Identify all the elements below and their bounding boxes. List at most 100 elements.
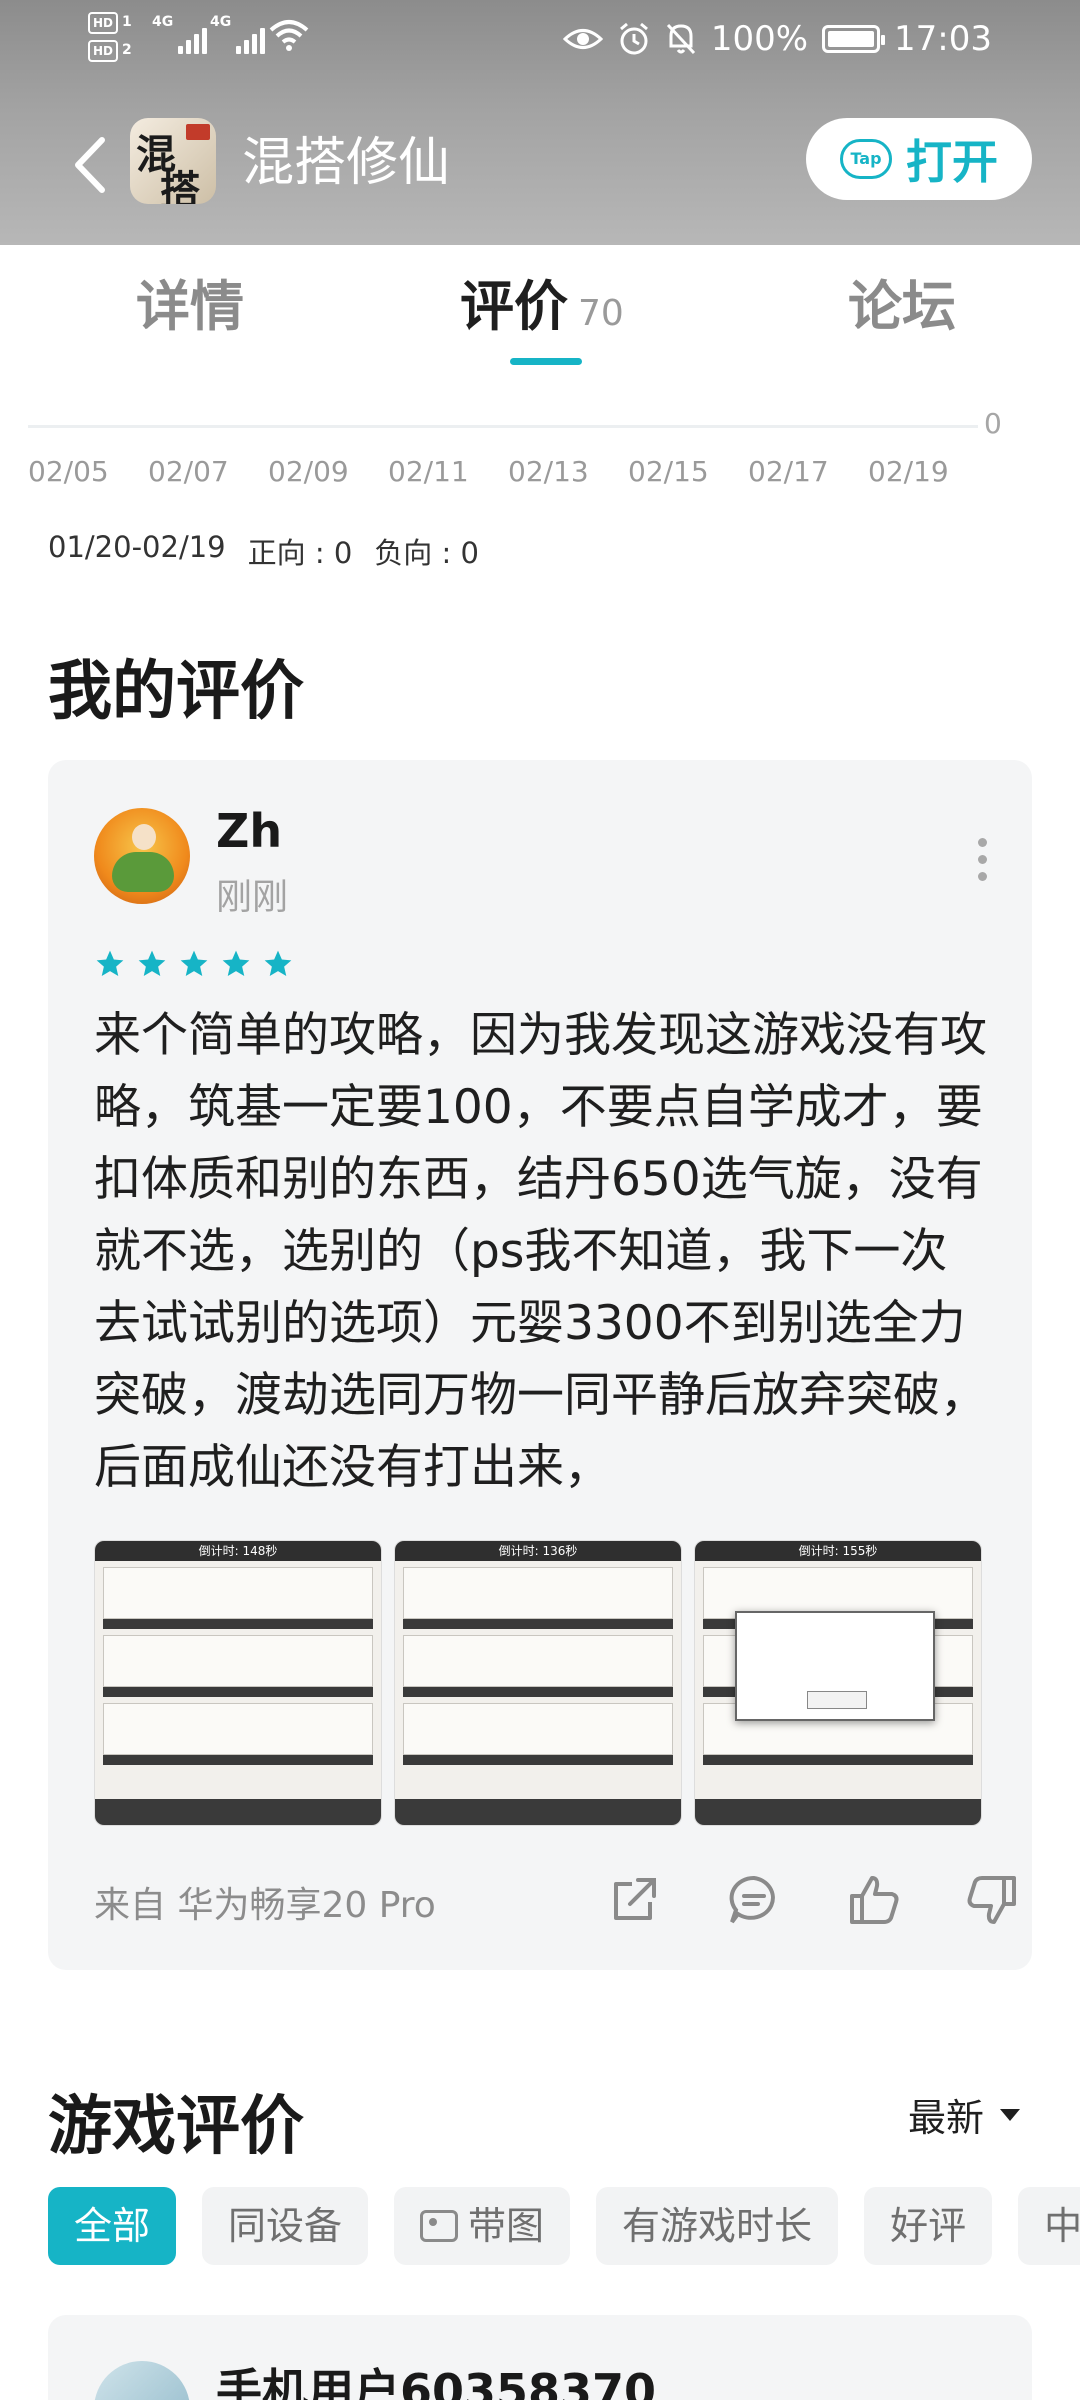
filter-neutral[interactable]: 中 — [1018, 2187, 1080, 2265]
active-tab-indicator — [510, 358, 582, 365]
device-label: 来自 华为畅享20 Pro — [94, 1885, 436, 1926]
sort-dropdown[interactable]: 最新 — [908, 2087, 1020, 2142]
star-icon — [96, 950, 124, 976]
review-screenshots: 倒计时: 148秒 倒计时: 136秒 倒计时: 155秒 — [94, 1540, 982, 1826]
filter-label: 同设备 — [228, 2204, 343, 2248]
alarm-icon — [619, 22, 648, 55]
screenshot-timer: 倒计时: 136秒 — [395, 1541, 681, 1561]
signal-2-label: 4G — [210, 14, 232, 30]
tab-bar: 详情 评价 70 论坛 — [0, 245, 1080, 375]
tab-details-label: 详情 — [136, 275, 244, 338]
review-text[interactable]: 来个简单的攻略，因为我发现这游戏没有攻略，筑基一定要100，不要点自学成才，要扣… — [94, 1000, 994, 1504]
trend-zero-label: 0 — [984, 407, 1002, 440]
trend-baseline — [28, 425, 978, 428]
tab-forum-label: 论坛 — [848, 275, 956, 338]
screenshot-thumbnail[interactable]: 倒计时: 155秒 — [694, 1540, 982, 1826]
review-card[interactable]: 手机用户60358370 — [48, 2315, 1032, 2400]
avatar[interactable] — [94, 2361, 190, 2400]
signal-icon-2: 4G — [210, 14, 265, 54]
review-filters: 全部 同设备 带图 有游戏时长 好评 中 — [48, 2187, 1080, 2265]
user-name[interactable]: Zh — [216, 804, 282, 858]
filter-all[interactable]: 全部 — [48, 2187, 177, 2265]
filter-label: 全部 — [74, 2204, 151, 2248]
filter-same-device[interactable]: 同设备 — [202, 2187, 369, 2265]
filter-positive[interactable]: 好评 — [864, 2187, 993, 2265]
hd2-number: 2 — [122, 42, 132, 58]
trend-summary: 01/20-02/19 正向 : 0 负向 : 0 — [48, 530, 479, 572]
filter-label: 中 — [1044, 2204, 1080, 2248]
trend-dates: 02/05 02/07 02/09 02/11 02/13 02/15 02/1… — [28, 455, 988, 488]
tab-reviews-label: 评价 — [460, 275, 568, 338]
open-button[interactable]: Tap 打开 — [806, 118, 1032, 200]
tab-details[interactable]: 详情 — [136, 267, 244, 347]
signal-1-label: 4G — [152, 14, 174, 30]
screenshot-thumbnail[interactable]: 倒计时: 136秒 — [394, 1540, 682, 1826]
sort-label: 最新 — [907, 2096, 984, 2140]
image-icon — [420, 2210, 459, 2242]
filter-label: 有游戏时长 — [622, 2204, 813, 2248]
game-reviews-title: 游戏评价 — [48, 2090, 304, 2164]
battery-percent: 100% — [710, 19, 809, 59]
open-button-label: 打开 — [906, 135, 998, 189]
trend-range: 01/20-02/19 — [48, 530, 226, 564]
star-icon — [138, 950, 166, 976]
app-icon-seal — [186, 124, 210, 140]
header-banner: HD 1 HD 2 4G 4G 100% 17:03 混 搭 混搭修仙 Tap … — [0, 0, 1080, 245]
trend-negative: 负向 : 0 — [374, 536, 479, 570]
wifi-icon — [269, 20, 309, 51]
more-options-icon[interactable] — [972, 838, 992, 882]
status-right: 100% 17:03 — [562, 14, 992, 64]
trend-date: 02/07 — [148, 455, 229, 488]
taptap-logo-icon: Tap — [840, 139, 892, 179]
tab-forum[interactable]: 论坛 — [848, 267, 956, 347]
trend-date: 02/05 — [28, 455, 109, 488]
caret-down-icon — [1000, 2108, 1020, 2121]
review-footer: 来自 华为畅享20 Pro — [94, 1870, 1016, 1930]
back-arrow-icon[interactable] — [60, 130, 120, 200]
hd-indicators: HD 1 HD 2 — [88, 12, 140, 68]
filter-playtime[interactable]: 有游戏时长 — [596, 2187, 839, 2265]
status-bar: HD 1 HD 2 4G 4G 100% 17:03 — [0, 0, 1080, 80]
screenshot-timer: 倒计时: 155秒 — [695, 1541, 981, 1561]
my-review-title: 我的评价 — [48, 655, 304, 729]
star-icon — [264, 950, 292, 976]
share-icon[interactable] — [604, 1870, 664, 1930]
mute-bell-icon — [666, 23, 695, 55]
filter-label: 带图 — [468, 2204, 545, 2248]
signal-icon-1: 4G — [152, 14, 207, 54]
hd1-number: 1 — [122, 14, 132, 30]
user-name[interactable]: 手机用户60358370 — [216, 2355, 656, 2400]
trend-positive: 正向 : 0 — [247, 536, 353, 570]
thumbs-down-icon[interactable] — [962, 1870, 1022, 1930]
clock: 17:03 — [894, 19, 992, 59]
hd1-badge: HD — [88, 12, 118, 34]
my-review-card[interactable]: Zh 刚刚 来个简单的攻略，因为我发现这游戏没有攻略，筑基一定要100，不要点自… — [48, 760, 1032, 1970]
avatar[interactable] — [94, 808, 190, 904]
tab-reviews-count: 70 — [578, 293, 624, 334]
trend-date: 02/13 — [508, 455, 589, 488]
trend-date: 02/17 — [748, 455, 829, 488]
battery-icon — [822, 25, 886, 53]
trend-date: 02/09 — [268, 455, 349, 488]
trend-date: 02/15 — [628, 455, 709, 488]
trend-date: 02/11 — [388, 455, 469, 488]
rating-trend: 0 02/05 02/07 02/09 02/11 02/13 02/15 02… — [0, 395, 1080, 595]
post-time: 刚刚 — [216, 877, 289, 918]
star-icon — [222, 950, 250, 976]
tab-reviews[interactable]: 评价 70 — [460, 267, 624, 354]
thumbs-up-icon[interactable] — [844, 1870, 904, 1930]
filter-with-image[interactable]: 带图 — [394, 2187, 571, 2265]
comment-icon[interactable] — [724, 1870, 784, 1930]
app-root: HD 1 HD 2 4G 4G 100% 17:03 混 搭 混搭修仙 Tap … — [0, 0, 1080, 2400]
star-rating — [94, 948, 294, 980]
app-title: 混搭修仙 — [242, 133, 451, 193]
star-icon — [180, 950, 208, 976]
app-bar: 混 搭 混搭修仙 Tap 打开 — [0, 110, 1080, 220]
eye-icon — [562, 29, 603, 49]
screenshot-timer: 倒计时: 148秒 — [95, 1541, 381, 1561]
screenshot-dialog — [735, 1611, 935, 1721]
trend-date: 02/19 — [868, 455, 949, 488]
hd2-badge: HD — [88, 40, 118, 62]
screenshot-thumbnail[interactable]: 倒计时: 148秒 — [94, 1540, 382, 1826]
app-icon[interactable]: 混 搭 — [130, 118, 216, 204]
